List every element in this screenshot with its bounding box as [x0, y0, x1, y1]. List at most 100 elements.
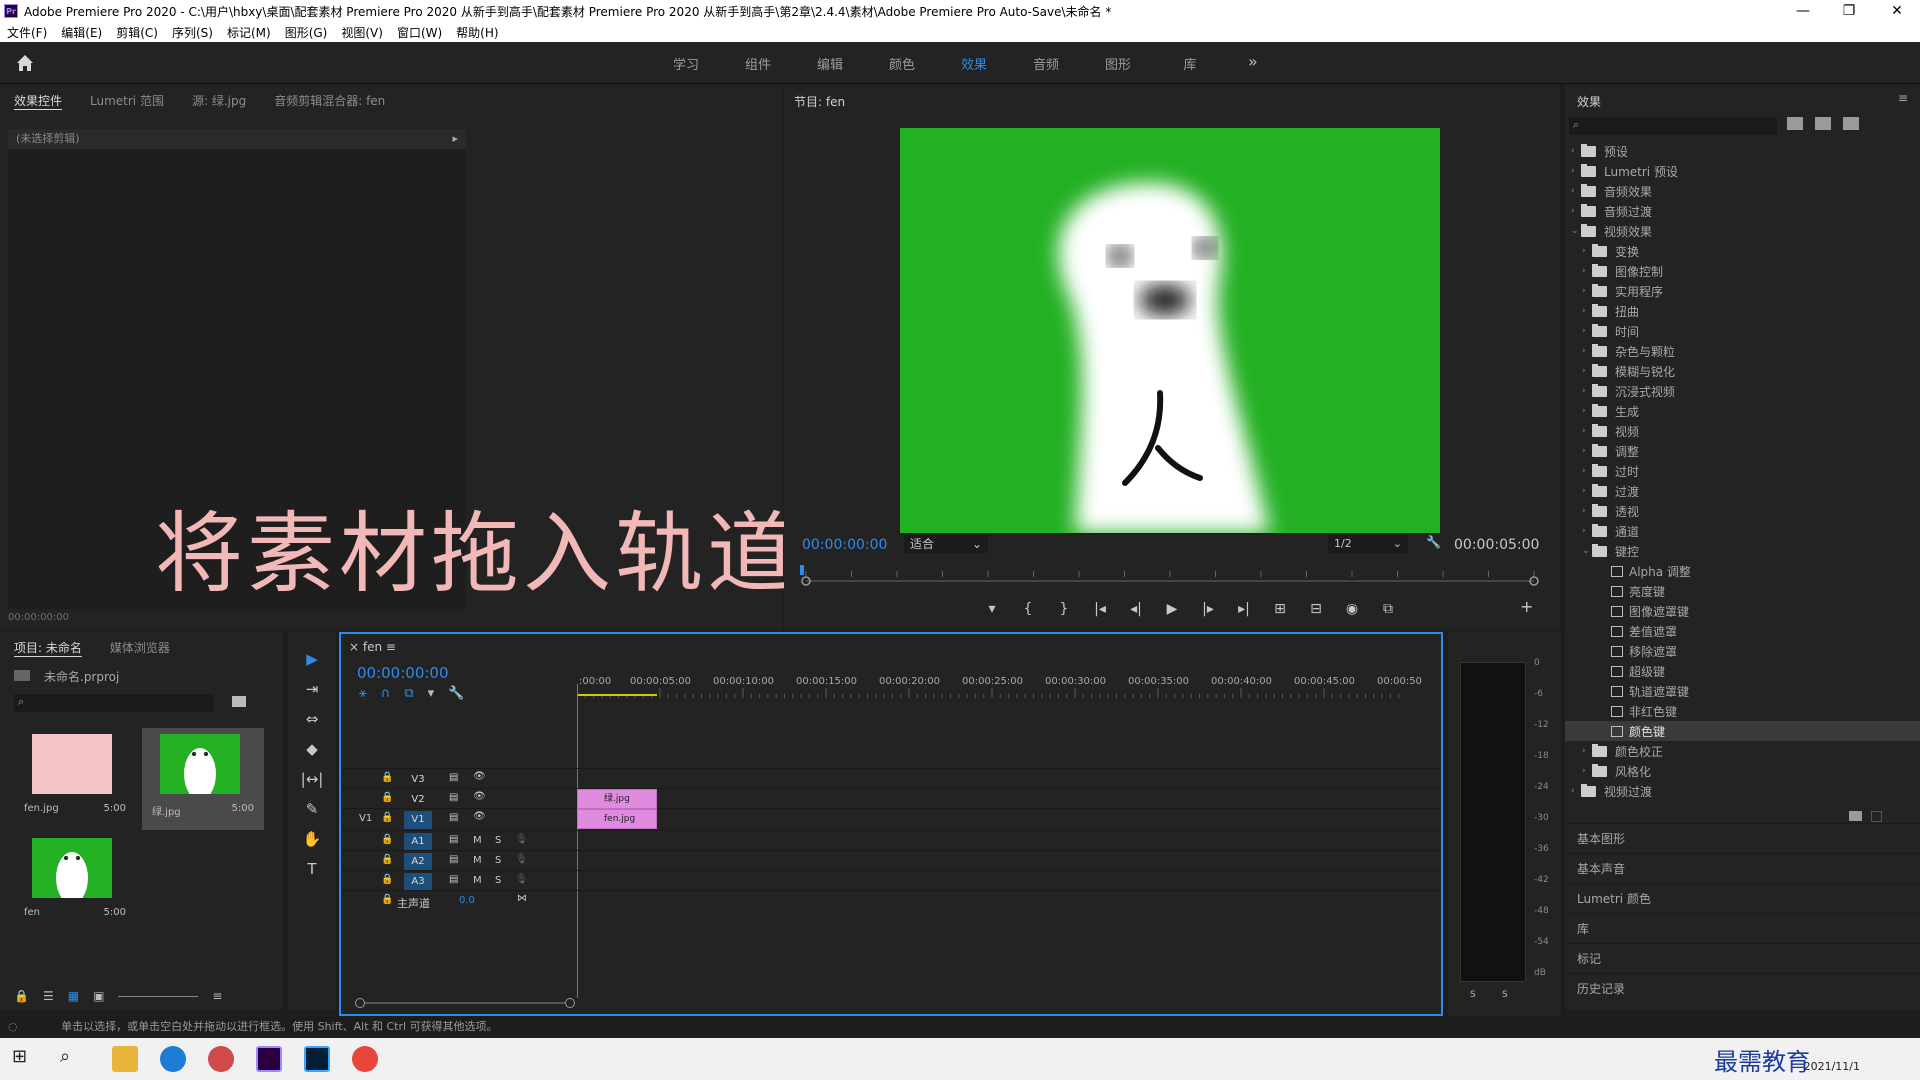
chevron-right-icon[interactable]: › [1582, 466, 1592, 476]
pen-tool-icon[interactable]: ✎ [298, 800, 326, 822]
timeline-clip[interactable]: fen.jpg [577, 809, 657, 829]
master-volume-value[interactable]: 0.0 [459, 895, 475, 906]
chevron-down-icon[interactable]: ⌄ [1571, 226, 1581, 236]
workspace-more-button[interactable]: » [1248, 52, 1258, 71]
nest-toggle-icon[interactable]: ⚹ [359, 686, 367, 701]
tab-lumetri-scopes[interactable]: Lumetri 范围 [90, 92, 164, 109]
wrench-icon[interactable]: 🔧 [1426, 535, 1441, 549]
eye-icon[interactable]: 👁 [473, 791, 486, 802]
menu-markers[interactable]: 标记(M) [220, 24, 278, 41]
solo-button[interactable]: S [495, 835, 501, 846]
effects-folder[interactable]: › 模糊与锐化 [1565, 361, 1920, 381]
chevron-right-icon[interactable]: › [1571, 206, 1581, 216]
chevron-right-icon[interactable]: › [1571, 786, 1581, 796]
panel-menu-icon[interactable]: ≡ [1898, 91, 1908, 105]
effects-folder[interactable]: › 视频过渡 [1565, 781, 1920, 801]
section-lumetri-color[interactable]: Lumetri 颜色 [1565, 883, 1920, 913]
menu-clip[interactable]: 剪辑(C) [109, 24, 165, 41]
solo-button[interactable]: S [495, 855, 501, 866]
track-target-badge[interactable]: A3 [404, 873, 432, 891]
maximize-button[interactable]: ❐ [1826, 0, 1872, 22]
effects-folder[interactable]: › 音频过渡 [1565, 201, 1920, 221]
playback-resolution-select[interactable]: 1/2 ⌄ [1328, 535, 1408, 553]
menu-window[interactable]: 窗口(W) [390, 24, 449, 41]
search-icon[interactable]: ⌕ [60, 1046, 86, 1072]
chevron-right-icon[interactable]: › [1582, 446, 1592, 456]
section-essential-graphics[interactable]: 基本图形 [1565, 823, 1920, 853]
32bit-effects-icon[interactable] [1815, 117, 1831, 130]
effects-folder[interactable]: › 颜色校正 [1565, 741, 1920, 761]
effect-item[interactable]: Alpha 调整 [1565, 561, 1920, 581]
timeline-timecode[interactable]: 00:00:00:00 [357, 664, 449, 682]
effect-item[interactable]: 轨道遮罩键 [1565, 681, 1920, 701]
chevron-right-icon[interactable]: › [1582, 506, 1592, 516]
menu-graphics[interactable]: 图形(G) [278, 24, 335, 41]
premiere-taskbar-icon[interactable] [256, 1046, 282, 1072]
add-marker-icon[interactable]: ▾ [428, 686, 435, 701]
mute-button[interactable]: M [473, 875, 482, 886]
chevron-right-icon[interactable]: › [1571, 186, 1581, 196]
effects-folder[interactable]: › 过渡 [1565, 481, 1920, 501]
effect-item[interactable]: 移除遮罩 [1565, 641, 1920, 661]
scroll-handle-left[interactable] [355, 998, 365, 1008]
list-view-icon[interactable]: ☰ [43, 989, 54, 1003]
effects-folder[interactable]: › 生成 [1565, 401, 1920, 421]
effects-folder[interactable]: › 变换 [1565, 241, 1920, 261]
eye-icon[interactable]: 👁 [473, 811, 486, 822]
lift-button[interactable]: ⊞ [1262, 601, 1298, 617]
project-item-fen-jpg[interactable]: fen.jpg 5:00 [14, 728, 136, 830]
hand-tool-icon[interactable]: ✋ [298, 830, 326, 852]
mark-out-button[interactable]: } [1046, 601, 1082, 617]
workspace-tab-color[interactable]: 颜色 [866, 54, 938, 73]
delete-icon[interactable] [1871, 811, 1882, 822]
track-target-badge[interactable]: V2 [404, 791, 432, 809]
chevron-right-icon[interactable]: › [1582, 266, 1592, 276]
effects-folder[interactable]: › 视频 [1565, 421, 1920, 441]
zoom-fit-select[interactable]: 适合 ⌄ [904, 535, 988, 553]
effects-folder[interactable]: › 过时 [1565, 461, 1920, 481]
add-marker-button[interactable]: ▾ [974, 601, 1010, 617]
mute-button[interactable]: M [473, 835, 482, 846]
eye-icon[interactable]: 👁 [473, 771, 486, 782]
effects-folder[interactable]: › 透视 [1565, 501, 1920, 521]
effects-folder[interactable]: ⌄ 视频效果 [1565, 221, 1920, 241]
effect-item[interactable]: 亮度键 [1565, 581, 1920, 601]
home-icon[interactable] [14, 52, 36, 74]
chevron-right-icon[interactable]: › [1582, 306, 1592, 316]
effect-item[interactable]: 图像遮罩键 [1565, 601, 1920, 621]
track-target-badge[interactable]: V3 [404, 771, 432, 789]
timeline-ruler[interactable]: :00:00 00:00:05:00 00:00:10:00 00:00:15:00 0… [577, 672, 1437, 702]
effects-folder[interactable]: › 预设 [1565, 141, 1920, 161]
solo-button[interactable]: S [495, 875, 501, 886]
effects-folder[interactable]: › 图像控制 [1565, 261, 1920, 281]
accelerated-effects-icon[interactable] [1787, 117, 1803, 130]
section-history[interactable]: 历史记录 [1565, 973, 1920, 1003]
microphone-icon[interactable]: 🎙 [515, 834, 528, 845]
microphone-icon[interactable]: 🎙 [515, 874, 528, 885]
workspace-tab-learn[interactable]: 学习 [650, 54, 722, 73]
razor-tool-icon[interactable]: ◆ [298, 740, 326, 762]
program-time-ruler[interactable] [800, 565, 1540, 587]
tab-audio-clip-mixer[interactable]: 音频剪辑混合器: fen [274, 92, 385, 109]
menu-sequence[interactable]: 序列(S) [165, 24, 220, 41]
effect-item[interactable]: 超级键 [1565, 661, 1920, 681]
effect-item[interactable]: 非红色键 [1565, 701, 1920, 721]
program-monitor-title[interactable]: 节目: fen [794, 93, 845, 110]
windows-start-icon[interactable]: ⊞ [12, 1046, 38, 1072]
chevron-right-icon[interactable]: › [1582, 346, 1592, 356]
lock-icon[interactable]: 🔒 [14, 989, 29, 1003]
project-item-fen-sequence[interactable]: fen 5:00 [14, 832, 136, 934]
workspace-tab-audio[interactable]: 音频 [1010, 54, 1082, 73]
menu-view[interactable]: 视图(V) [334, 24, 390, 41]
timeline-settings-icon[interactable]: 🔧 [448, 686, 464, 701]
freeform-view-icon[interactable]: ▣ [93, 989, 104, 1003]
mute-button[interactable]: M [473, 855, 482, 866]
effects-folder[interactable]: › 调整 [1565, 441, 1920, 461]
sort-icon[interactable]: ≡ [212, 989, 222, 1003]
tab-media-browser[interactable]: 媒体浏览器 [110, 639, 170, 656]
chevron-right-icon[interactable]: › [1582, 406, 1592, 416]
effects-search-input[interactable]: ⌕ [1569, 117, 1777, 135]
chevron-right-icon[interactable]: › [1582, 366, 1592, 376]
chevron-right-icon[interactable]: › [1571, 146, 1581, 156]
microphone-icon[interactable]: 🎙 [515, 854, 528, 865]
